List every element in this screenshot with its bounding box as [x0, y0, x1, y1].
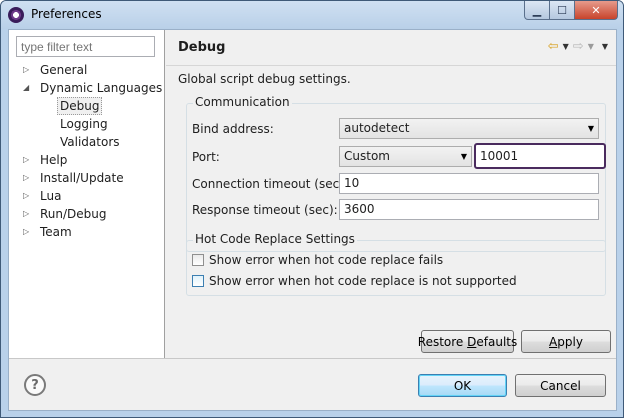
- maximize-icon[interactable]: ☐: [550, 1, 575, 20]
- tree-item-label: Team: [40, 225, 72, 239]
- button-label: efaults: [476, 334, 518, 349]
- expand-arrow-icon[interactable]: ▷: [23, 205, 33, 223]
- preference-tree-pane: ▷ General ◢ Dynamic Languages Debug Logg…: [9, 30, 165, 358]
- tree-item-help[interactable]: ▷ Help: [9, 151, 164, 169]
- tree-item-label: Lua: [40, 189, 62, 203]
- window-title: Preferences: [31, 7, 102, 21]
- button-label: Restore: [417, 334, 468, 349]
- tree-item-run-debug[interactable]: ▷ Run/Debug: [9, 205, 164, 223]
- minimize-icon[interactable]: ▁: [524, 1, 550, 20]
- preference-tree: ▷ General ◢ Dynamic Languages Debug Logg…: [9, 61, 164, 241]
- tree-item-label: Help: [40, 153, 68, 167]
- forward-arrow-icon[interactable]: ⇨: [573, 39, 584, 55]
- dialog-body: ▷ General ◢ Dynamic Languages Debug Logg…: [8, 29, 617, 411]
- hot-code-not-supported-checkbox[interactable]: Show error when hot code replace is not …: [192, 274, 517, 288]
- filter-input[interactable]: [16, 36, 155, 57]
- hot-code-fails-checkbox[interactable]: Show error when hot code replace fails: [192, 253, 443, 267]
- view-menu-icon[interactable]: ▼: [602, 39, 608, 55]
- tree-item-label: Dynamic Languages: [40, 81, 163, 95]
- page-title: Debug: [178, 40, 226, 55]
- group-legend: Communication: [193, 95, 292, 109]
- apply-button[interactable]: Apply: [521, 330, 611, 353]
- ok-button[interactable]: OK: [418, 374, 507, 397]
- collapse-arrow-icon[interactable]: ◢: [23, 79, 33, 97]
- response-timeout-input[interactable]: 3600: [339, 199, 599, 220]
- tree-item-label: Run/Debug: [40, 207, 107, 221]
- preference-page: Debug ⇦ ▼ ⇨ ▼ ▼ Global script debug sett…: [166, 30, 616, 358]
- bind-address-combo[interactable]: autodetect ▼: [339, 118, 599, 139]
- eclipse-icon: [8, 7, 24, 23]
- checkbox-label: Show error when hot code replace fails: [209, 253, 444, 267]
- port-input[interactable]: 10001: [474, 143, 606, 169]
- page-description: Global script debug settings.: [178, 72, 351, 86]
- tree-item-label: General: [40, 63, 88, 77]
- title-bar[interactable]: Preferences ▁ ☐ ✕: [1, 1, 623, 29]
- button-bar-divider: [9, 358, 616, 359]
- restore-defaults-button[interactable]: Restore Defaults: [417, 330, 518, 353]
- connection-timeout-label: Connection timeout (sec):: [192, 177, 348, 191]
- response-timeout-label: Response timeout (sec):: [192, 203, 338, 217]
- tree-item-general[interactable]: ▷ General: [9, 61, 164, 79]
- page-navigation: ⇦ ▼ ⇨ ▼ ▼: [548, 39, 608, 55]
- connection-timeout-input[interactable]: 10: [339, 173, 599, 194]
- tree-item-lua[interactable]: ▷ Lua: [9, 187, 164, 205]
- checkbox-icon[interactable]: [192, 275, 204, 287]
- tree-item-install-update[interactable]: ▷ Install/Update: [9, 169, 164, 187]
- expand-arrow-icon[interactable]: ▷: [23, 169, 33, 187]
- chevron-down-icon: ▼: [587, 124, 594, 133]
- button-label: pply: [557, 334, 583, 349]
- expand-arrow-icon[interactable]: ▷: [23, 151, 33, 169]
- checkbox-label: Show error when hot code replace is not …: [209, 274, 517, 288]
- forward-history-dropdown-icon[interactable]: ▼: [588, 39, 594, 55]
- help-icon[interactable]: ?: [24, 374, 46, 396]
- tree-item-team[interactable]: ▷ Team: [9, 223, 164, 241]
- chevron-down-icon: ▼: [460, 152, 467, 161]
- checkbox-icon[interactable]: [192, 254, 204, 266]
- tree-item-logging[interactable]: Logging: [9, 115, 164, 133]
- tree-item-dynamic-languages[interactable]: ◢ Dynamic Languages: [9, 79, 164, 97]
- tree-item-label: Install/Update: [40, 171, 124, 185]
- window-controls: ▁ ☐ ✕: [524, 1, 618, 20]
- header-divider: [166, 65, 616, 66]
- port-label: Port:: [192, 150, 220, 164]
- preferences-window: Preferences ▁ ☐ ✕ ▷ General ◢ Dynamic La…: [0, 0, 624, 418]
- expand-arrow-icon[interactable]: ▷: [23, 187, 33, 205]
- expand-arrow-icon[interactable]: ▷: [23, 61, 33, 79]
- back-history-dropdown-icon[interactable]: ▼: [563, 39, 569, 55]
- mnemonic: A: [549, 334, 558, 349]
- bind-address-label: Bind address:: [192, 122, 274, 136]
- tree-item-label: Logging: [60, 117, 108, 131]
- port-mode-value: Custom: [344, 149, 390, 163]
- tree-item-label: Validators: [60, 135, 120, 149]
- group-legend: Hot Code Replace Settings: [193, 232, 357, 246]
- port-mode-combo[interactable]: Custom ▼: [339, 146, 472, 167]
- expand-arrow-icon[interactable]: ▷: [23, 223, 33, 241]
- tree-item-label-selected: Debug: [57, 97, 103, 115]
- cancel-button[interactable]: Cancel: [515, 374, 606, 397]
- close-icon[interactable]: ✕: [575, 1, 618, 20]
- tree-item-validators[interactable]: Validators: [9, 133, 164, 151]
- mnemonic: D: [467, 334, 477, 349]
- bind-address-value: autodetect: [344, 121, 410, 135]
- tree-item-debug[interactable]: Debug: [9, 97, 164, 115]
- back-arrow-icon[interactable]: ⇦: [548, 39, 559, 55]
